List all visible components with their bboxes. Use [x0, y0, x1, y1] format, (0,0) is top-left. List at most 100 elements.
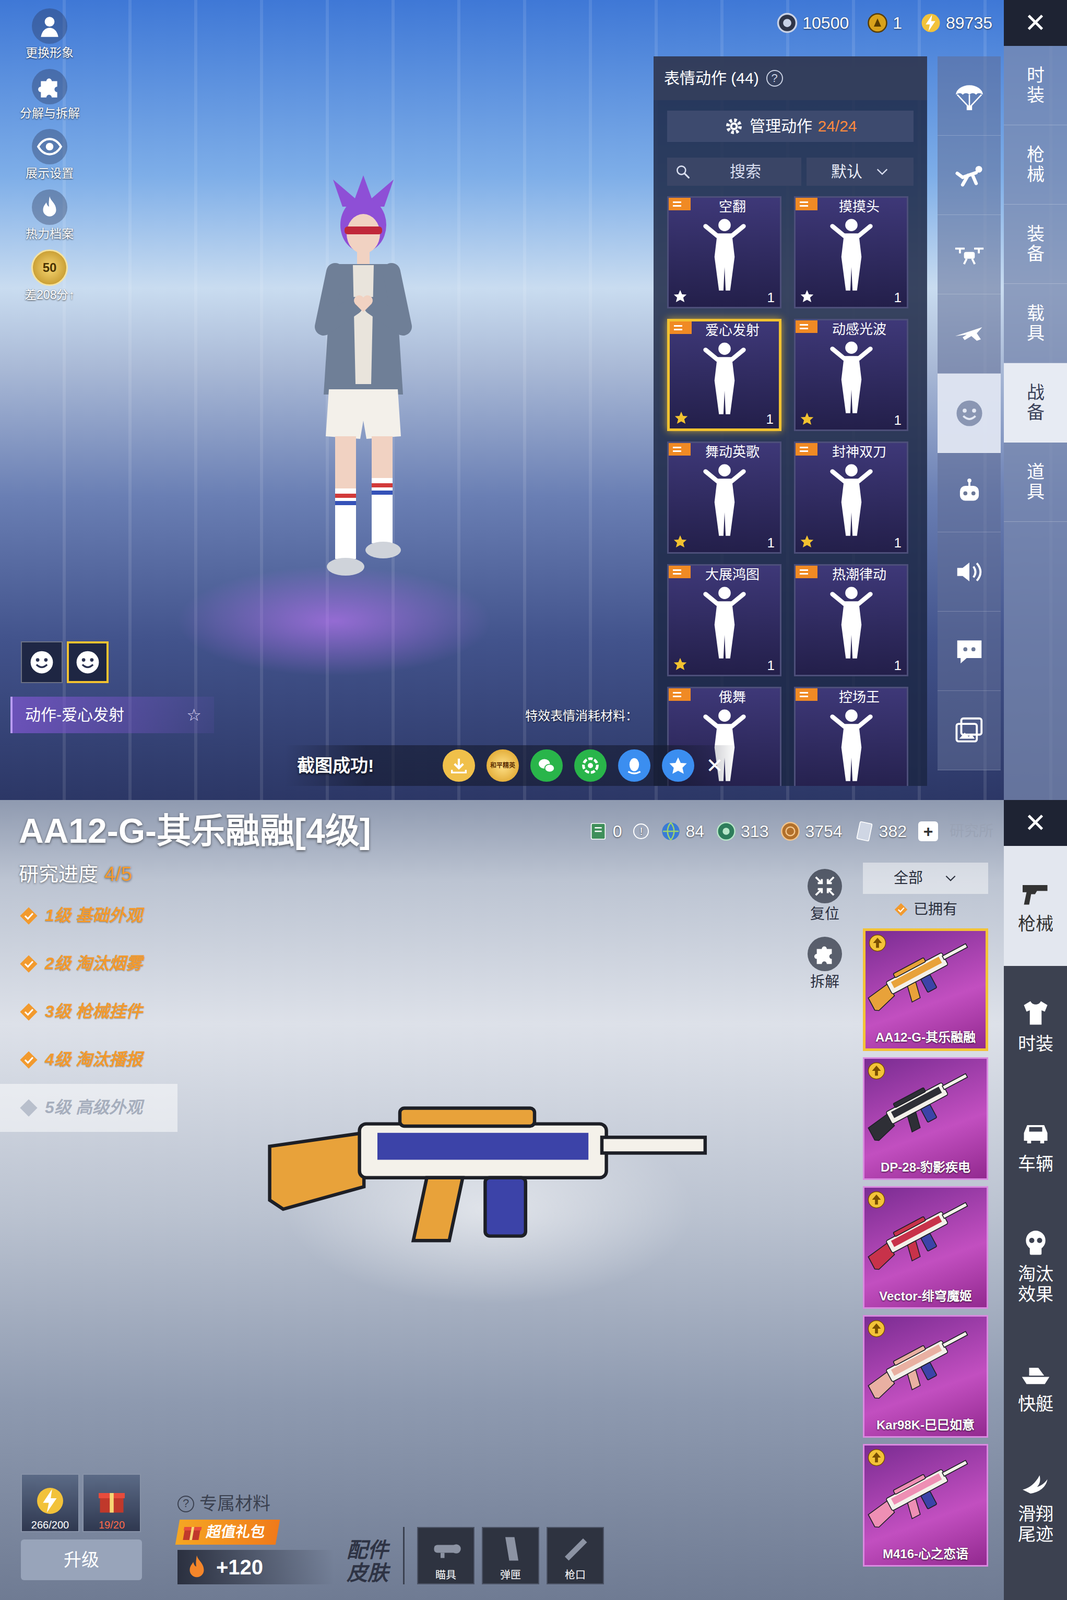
- level-row[interactable]: 3级 枪械挂件: [0, 988, 178, 1037]
- filter-dropdown[interactable]: 全部: [862, 862, 989, 895]
- weapon-card[interactable]: DP-28-豹影疾电: [862, 1057, 989, 1181]
- help-button[interactable]: ?: [177, 1496, 195, 1513]
- share-game-button[interactable]: 和平精英: [486, 749, 519, 782]
- side-menu-item[interactable]: 展示设置: [25, 128, 74, 182]
- sort-dropdown[interactable]: 默认: [806, 157, 914, 186]
- emote-card[interactable]: 控场王: [793, 686, 909, 787]
- weapon-card[interactable]: AA12-G-其乐融融: [862, 928, 989, 1052]
- category-button[interactable]: [937, 453, 1001, 533]
- star-icon: [672, 534, 688, 550]
- category-button[interactable]: [937, 56, 1001, 136]
- tool-column: 复位拆解: [801, 862, 849, 1600]
- exclusive-label: 专属材料: [199, 1493, 271, 1515]
- check-diamond-icon: [18, 1002, 39, 1023]
- emote-type-icon: [668, 443, 691, 456]
- help-button[interactable]: ?: [766, 69, 784, 87]
- weapon-model[interactable]: [265, 1097, 715, 1260]
- accessory-slot[interactable]: 枪口: [546, 1527, 604, 1585]
- side-menu-item[interactable]: 分解与拆解: [19, 68, 80, 122]
- search-input[interactable]: [696, 161, 794, 182]
- close-button[interactable]: ✕: [1003, 0, 1067, 46]
- level-row[interactable]: 4级 淘汰播报: [0, 1036, 178, 1085]
- side-menu-item[interactable]: 更换形象: [25, 8, 74, 61]
- weapon-card[interactable]: Kar98K-巳巳如意: [862, 1315, 989, 1439]
- side-menu-item[interactable]: 热力档案: [25, 189, 74, 242]
- share-wechat-button[interactable]: [530, 749, 563, 782]
- category-tab[interactable]: 快艇: [1003, 1326, 1067, 1447]
- category-tab-label: 快艇: [1015, 1394, 1056, 1415]
- category-button[interactable]: [937, 294, 1001, 374]
- level-row[interactable]: 5级 高级外观: [0, 1084, 178, 1133]
- category-tab[interactable]: 滑翔尾迹: [1003, 1446, 1067, 1567]
- level-row[interactable]: 1级 基础外观: [0, 892, 178, 941]
- main-tab[interactable]: 时装: [1003, 45, 1067, 126]
- material-item[interactable]: 19/20: [82, 1474, 141, 1533]
- exclusive-materials[interactable]: ?专属材料: [177, 1493, 802, 1515]
- emote-card[interactable]: 舞动英歌1: [667, 441, 782, 554]
- emote-name: 热潮律动: [816, 566, 887, 584]
- emote-card[interactable]: 动感光波1: [793, 318, 909, 432]
- share-qq-button[interactable]: [618, 749, 651, 782]
- progress-label: 研究进度: [18, 863, 99, 886]
- info-button[interactable]: !: [633, 823, 649, 840]
- emote-slot[interactable]: [20, 641, 63, 684]
- battery-icon: [34, 1485, 66, 1517]
- share-save-button[interactable]: [442, 749, 476, 782]
- reset-button[interactable]: 复位: [807, 869, 843, 924]
- rank-item[interactable]: 50差208分↑: [24, 249, 75, 303]
- emote-name: 控场王: [823, 689, 880, 706]
- share-qzone-button[interactable]: [661, 749, 695, 782]
- category-tab[interactable]: 车辆: [1003, 1086, 1067, 1207]
- level-row[interactable]: 2级 淘汰烟雾: [0, 940, 178, 989]
- category-button[interactable]: [937, 532, 1001, 612]
- emote-card[interactable]: 大展鸿图1: [667, 564, 782, 677]
- accessory-skin-label: 配件皮肤: [346, 1538, 391, 1585]
- main-tab[interactable]: 战备: [1003, 363, 1067, 443]
- star-icon: [799, 534, 815, 550]
- accessory-slot-label: 枪口: [564, 1569, 586, 1582]
- weapon-image: [862, 1321, 989, 1427]
- emote-panel: 表情动作 (44)?管理动作24/24默认空翻1摸摸头1爱心发射1动感光波1舞动…: [653, 56, 928, 787]
- main-tab[interactable]: 装备: [1003, 204, 1067, 284]
- gift-pack-badge[interactable]: 超值礼包: [175, 1520, 280, 1546]
- category-button[interactable]: [937, 373, 1001, 454]
- manage-button[interactable]: 管理动作24/24: [667, 110, 914, 142]
- emote-card[interactable]: 热潮律动1: [793, 564, 909, 677]
- qq-icon: [623, 755, 645, 777]
- weapon-card[interactable]: M416-心之恋语: [862, 1444, 989, 1568]
- add-button[interactable]: +: [918, 821, 939, 842]
- owned-toggle[interactable]: 已拥有: [862, 896, 989, 924]
- category-tab[interactable]: 时装: [1003, 966, 1067, 1087]
- upgrade-button[interactable]: 升级: [20, 1539, 142, 1581]
- material-count: 19/20: [98, 1519, 125, 1532]
- emote-slot[interactable]: [66, 641, 109, 684]
- token-icon: [866, 12, 889, 34]
- category-button[interactable]: [937, 691, 1001, 771]
- category-button[interactable]: [937, 215, 1001, 295]
- main-tab[interactable]: 道具: [1003, 442, 1067, 523]
- category-tab[interactable]: 淘汰效果: [1003, 1206, 1067, 1327]
- accessory-slot[interactable]: 弹匣: [481, 1527, 540, 1585]
- weapon-image: [862, 1450, 989, 1556]
- category-button[interactable]: [937, 135, 1001, 216]
- main-tab[interactable]: 枪械: [1003, 125, 1067, 205]
- currency-item: 1: [866, 12, 903, 34]
- emote-card[interactable]: 爱心发射1: [667, 318, 782, 432]
- split-button[interactable]: 拆解: [807, 937, 843, 992]
- main-tab[interactable]: 载具: [1003, 283, 1067, 364]
- emote-card[interactable]: 空翻1: [667, 196, 782, 309]
- share-close-button[interactable]: ✕: [705, 753, 724, 779]
- category-tab[interactable]: 枪械: [1003, 846, 1067, 967]
- favorite-star[interactable]: ☆: [186, 705, 202, 726]
- research-link[interactable]: 研究所: [949, 822, 994, 841]
- close-button[interactable]: ✕: [1003, 800, 1067, 847]
- weapon-card[interactable]: Vector-绯穹魔姬: [862, 1186, 989, 1310]
- accessory-slot[interactable]: 瞄具: [417, 1527, 475, 1585]
- emote-card[interactable]: 封神双刀1: [793, 441, 909, 554]
- share-moments-button[interactable]: [574, 749, 607, 782]
- star-icon: [799, 289, 815, 304]
- material-item[interactable]: 266/200: [20, 1474, 80, 1533]
- smiley-icon: [73, 648, 102, 677]
- category-button[interactable]: [937, 611, 1001, 692]
- emote-card[interactable]: 摸摸头1: [793, 196, 909, 309]
